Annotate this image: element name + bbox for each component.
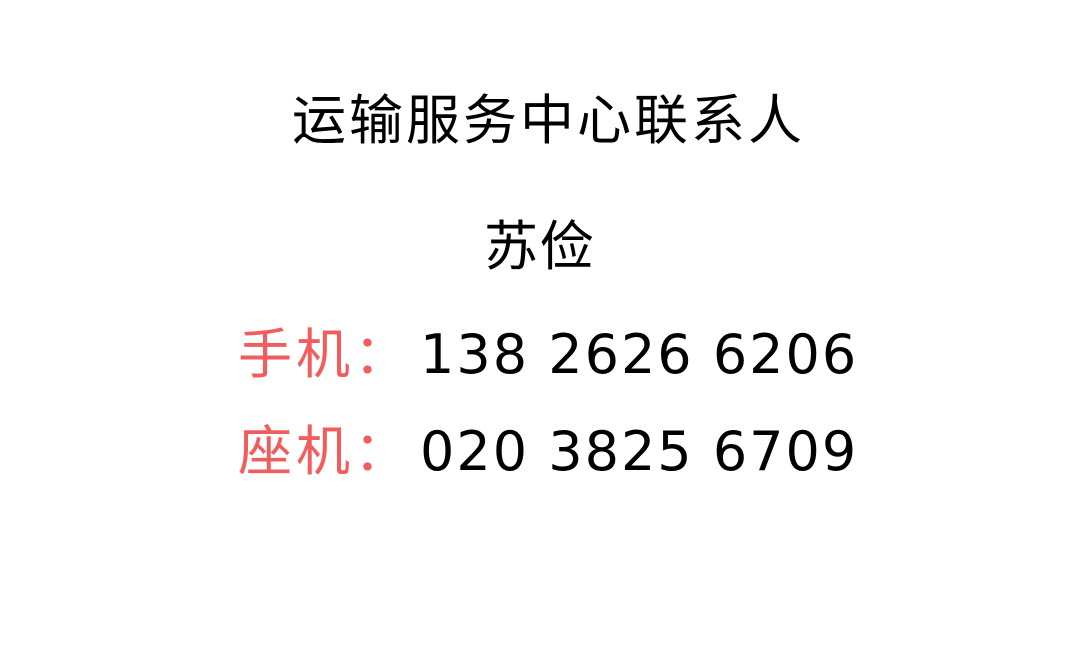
landline-label: 座机： [238, 420, 412, 483]
contact-name: 苏俭 [484, 215, 596, 278]
landline-number: 020 3825 6709 [420, 420, 859, 483]
mobile-row: 手机： 138 2626 6206 [238, 320, 858, 390]
card-title: 运输服务中心联系人 [292, 89, 805, 152]
mobile-label: 手机： [238, 323, 412, 386]
mobile-number: 138 2626 6206 [420, 323, 859, 386]
contact-card: 运输服务中心联系人 苏俭 手机： 138 2626 6206 座机： 020 382… [0, 0, 1087, 661]
landline-row: 座机： 020 3825 6709 [238, 417, 858, 487]
